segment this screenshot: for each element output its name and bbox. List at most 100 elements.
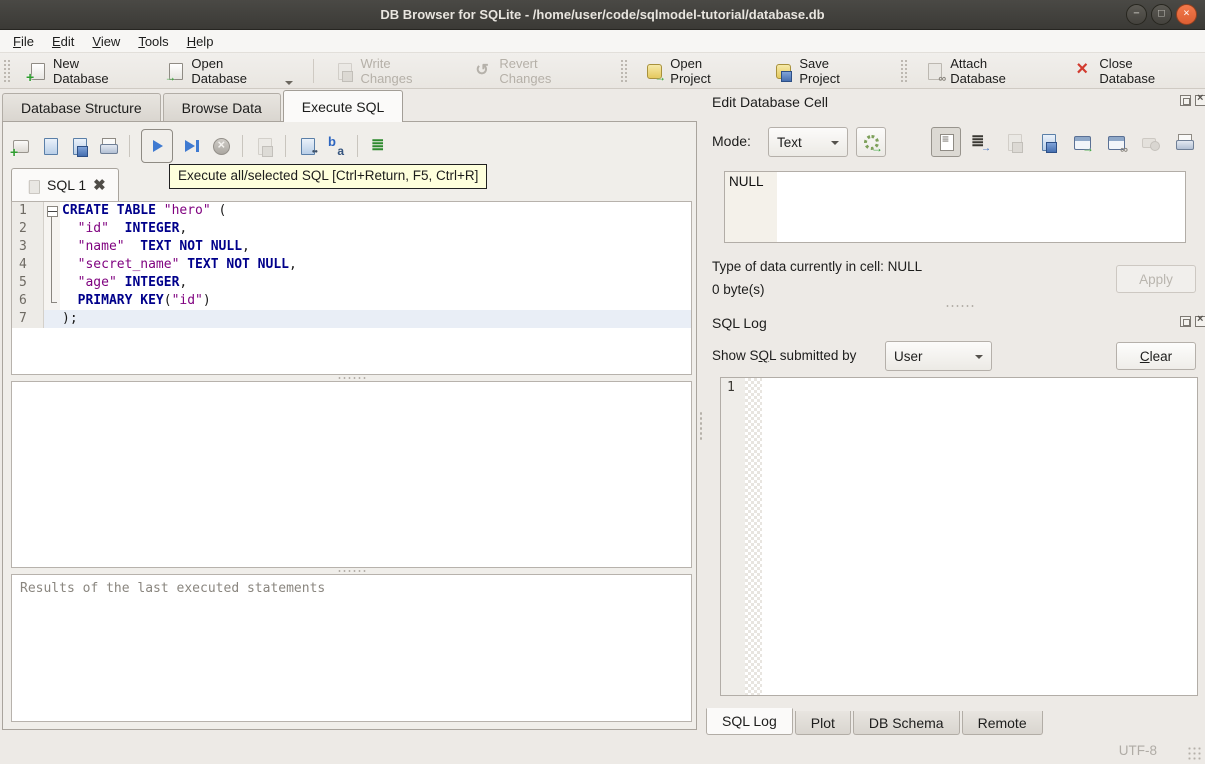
- editor-line[interactable]: 4 "secret_name" TEXT NOT NULL,: [12, 256, 691, 274]
- open-database-button[interactable]: Open Database: [155, 52, 303, 90]
- line-number: 7: [12, 310, 44, 328]
- save-results-icon[interactable]: [254, 136, 274, 157]
- open-sql-file-icon[interactable]: [40, 136, 60, 156]
- import-icon: [1004, 132, 1024, 153]
- close-button[interactable]: ×: [1176, 4, 1197, 25]
- revert-changes-button[interactable]: Revert Changes: [463, 52, 602, 90]
- execute-line-icon[interactable]: [182, 136, 202, 156]
- toolbar-handle[interactable]: [3, 58, 10, 83]
- write-changes-button[interactable]: Write Changes: [324, 52, 455, 90]
- main-tab-bar: Database Structure Browse Data Execute S…: [2, 90, 405, 122]
- close-dock-icon[interactable]: [1195, 313, 1205, 327]
- mode-label: Mode:: [712, 133, 751, 149]
- menu-help[interactable]: Help: [178, 32, 223, 51]
- chevron-down-icon: [831, 141, 839, 145]
- tab-plot[interactable]: Plot: [794, 711, 851, 735]
- cell-editor[interactable]: NULL: [724, 171, 1186, 243]
- menu-view[interactable]: View: [83, 32, 129, 51]
- copy-link-button[interactable]: [1101, 127, 1131, 157]
- sql-tab-label: SQL 1: [47, 177, 87, 193]
- text-mode-button[interactable]: [931, 127, 961, 157]
- tab-database-structure[interactable]: Database Structure: [2, 93, 161, 122]
- close-dock-icon[interactable]: [1195, 92, 1205, 106]
- fold-marker-icon[interactable]: [44, 202, 60, 220]
- word-wrap-button[interactable]: [965, 127, 995, 157]
- sql-editor[interactable]: 1 CREATE TABLE "hero" (2 "id" INTEGER, 3 "…: [11, 201, 692, 375]
- open-external-button[interactable]: [1067, 127, 1097, 157]
- fold-margin: [44, 256, 60, 274]
- editor-line[interactable]: 6 PRIMARY KEY("id"): [12, 292, 691, 310]
- tab-execute-sql[interactable]: Execute SQL: [282, 90, 404, 122]
- editor-line[interactable]: 2 "id" INTEGER,: [12, 220, 691, 238]
- results-placeholder: Results of the last executed statements: [20, 581, 326, 596]
- clear-button[interactable]: Clear: [1116, 342, 1196, 370]
- resize-grip[interactable]: [1187, 746, 1201, 760]
- clear-label: lear: [1149, 348, 1173, 364]
- submitted-by-select[interactable]: User: [885, 341, 992, 371]
- tab-db-schema[interactable]: DB Schema: [852, 711, 960, 735]
- results-message-pane[interactable]: Results of the last executed statements: [11, 574, 692, 722]
- dock-splitter[interactable]: [930, 303, 990, 309]
- execute-all-button[interactable]: [141, 129, 173, 163]
- code-text: "name" TEXT NOT NULL,: [77, 239, 250, 254]
- print-cell-icon: [1174, 132, 1194, 152]
- sql-log-editor[interactable]: 1: [720, 377, 1198, 696]
- export-icon: [1038, 132, 1058, 153]
- set-null-button[interactable]: [1135, 127, 1165, 157]
- mode-gear-icon: [861, 132, 883, 155]
- find-icon[interactable]: [297, 136, 317, 156]
- fold-margin: [44, 292, 60, 310]
- save-sql-file-icon[interactable]: [69, 136, 89, 157]
- sql-document-icon: [26, 179, 41, 194]
- editor-line[interactable]: 5 "age" INTEGER,: [12, 274, 691, 292]
- editor-line[interactable]: 1 CREATE TABLE "hero" (: [12, 202, 691, 220]
- tab-sql-log[interactable]: SQL Log: [706, 708, 793, 735]
- format-icon[interactable]: [369, 135, 389, 156]
- maximize-icon: □: [1158, 7, 1165, 20]
- menu-edit[interactable]: Edit: [43, 32, 83, 51]
- apply-button[interactable]: Apply: [1116, 265, 1196, 293]
- line-number: 3: [12, 238, 44, 256]
- close-tab-icon[interactable]: ✖: [93, 176, 106, 194]
- close-database-button[interactable]: Close Database: [1063, 52, 1201, 90]
- float-dock-icon[interactable]: [1180, 95, 1191, 106]
- mode-select[interactable]: Text: [768, 127, 848, 157]
- minimize-icon: −: [1133, 7, 1140, 20]
- results-grid-pane[interactable]: [11, 381, 692, 568]
- editor-line[interactable]: 3 "name" TEXT NOT NULL,: [12, 238, 691, 256]
- toolbar-handle[interactable]: [900, 58, 908, 83]
- panel-splitter[interactable]: [697, 121, 705, 730]
- toolbar-separator: [285, 135, 286, 157]
- filter-label-post: L submitted by: [769, 348, 857, 363]
- import-button[interactable]: [999, 127, 1029, 157]
- menu-tools[interactable]: Tools: [129, 32, 177, 51]
- new-database-button[interactable]: New Database: [17, 52, 147, 90]
- sql-document-tab[interactable]: SQL 1 ✖: [11, 168, 119, 201]
- print-icon[interactable]: [98, 136, 118, 156]
- open-database-label: Open Database: [191, 55, 248, 86]
- filter-label-mnemonic: Q: [758, 348, 770, 363]
- export-button[interactable]: [1033, 127, 1063, 157]
- print-cell-button[interactable]: [1169, 127, 1199, 157]
- maximize-button[interactable]: □: [1151, 4, 1172, 25]
- titlebar[interactable]: DB Browser for SQLite - /home/user/code/…: [0, 0, 1205, 30]
- code-text: CREATE TABLE "hero" (: [62, 203, 227, 218]
- float-dock-icon[interactable]: [1180, 316, 1191, 327]
- open-project-button[interactable]: Open Project: [634, 52, 755, 90]
- editor-line[interactable]: 7);: [12, 310, 691, 328]
- tab-remote[interactable]: Remote: [961, 711, 1043, 735]
- open-database-dropdown-icon[interactable]: [285, 80, 294, 85]
- menu-file[interactable]: File: [4, 32, 43, 51]
- toolbar-separator: [129, 135, 130, 157]
- mode-apply-button[interactable]: [856, 127, 886, 157]
- tab-browse-data[interactable]: Browse Data: [162, 93, 281, 122]
- toolbar-handle[interactable]: [620, 58, 628, 83]
- auto-complete-icon[interactable]: [326, 134, 346, 158]
- save-project-button[interactable]: Save Project: [763, 52, 882, 90]
- minimize-button[interactable]: −: [1126, 4, 1147, 25]
- stop-icon[interactable]: [211, 136, 231, 156]
- attach-database-button[interactable]: Attach Database: [914, 52, 1055, 90]
- fold-margin: [44, 274, 60, 292]
- new-sql-tab-icon[interactable]: [10, 136, 31, 160]
- close-icon: ×: [1183, 7, 1190, 20]
